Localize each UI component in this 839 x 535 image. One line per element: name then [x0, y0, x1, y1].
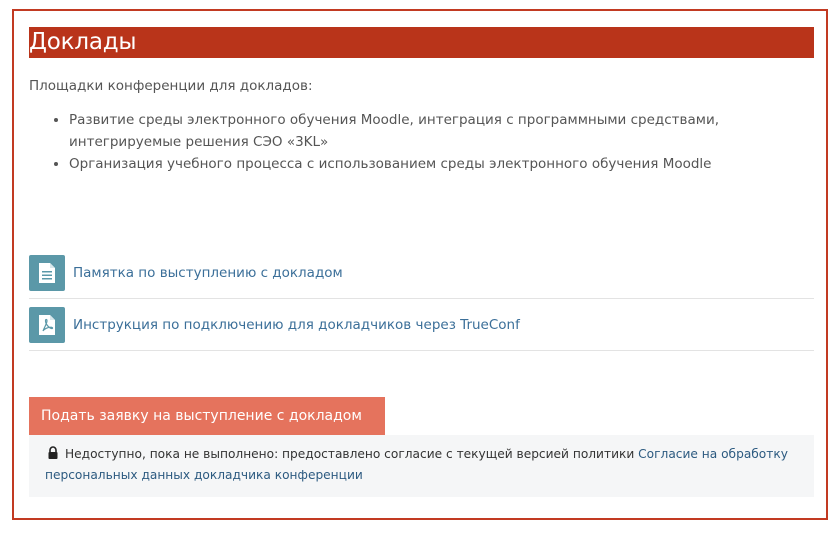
restriction-text: Недоступно, пока не выполнено: предостав…	[65, 447, 639, 461]
document-icon	[29, 255, 65, 291]
section-intro: Площадки конференции для докладов:	[29, 78, 313, 94]
list-item: Организация учебного процесса с использо…	[69, 153, 769, 175]
resource-item-instruction[interactable]: Инструкция по подключению для докладчико…	[29, 300, 814, 351]
pdf-icon	[29, 307, 65, 343]
topics-list: Развитие среды электронного обучения Moo…	[29, 109, 769, 175]
section-title: Доклады	[29, 29, 137, 55]
resource-item-memo[interactable]: Памятка по выступлению с докладом	[29, 248, 814, 299]
section-header: Доклады	[29, 27, 814, 58]
resource-link-instruction[interactable]: Инструкция по подключению для докладчико…	[73, 317, 520, 333]
resource-link-memo[interactable]: Памятка по выступлению с докладом	[73, 265, 343, 281]
restriction-notice: Недоступно, пока не выполнено: предостав…	[29, 435, 814, 497]
lock-icon	[47, 445, 59, 459]
apply-button[interactable]: Подать заявку на выступление с докладом	[29, 397, 385, 435]
list-item: Развитие среды электронного обучения Moo…	[69, 109, 769, 153]
